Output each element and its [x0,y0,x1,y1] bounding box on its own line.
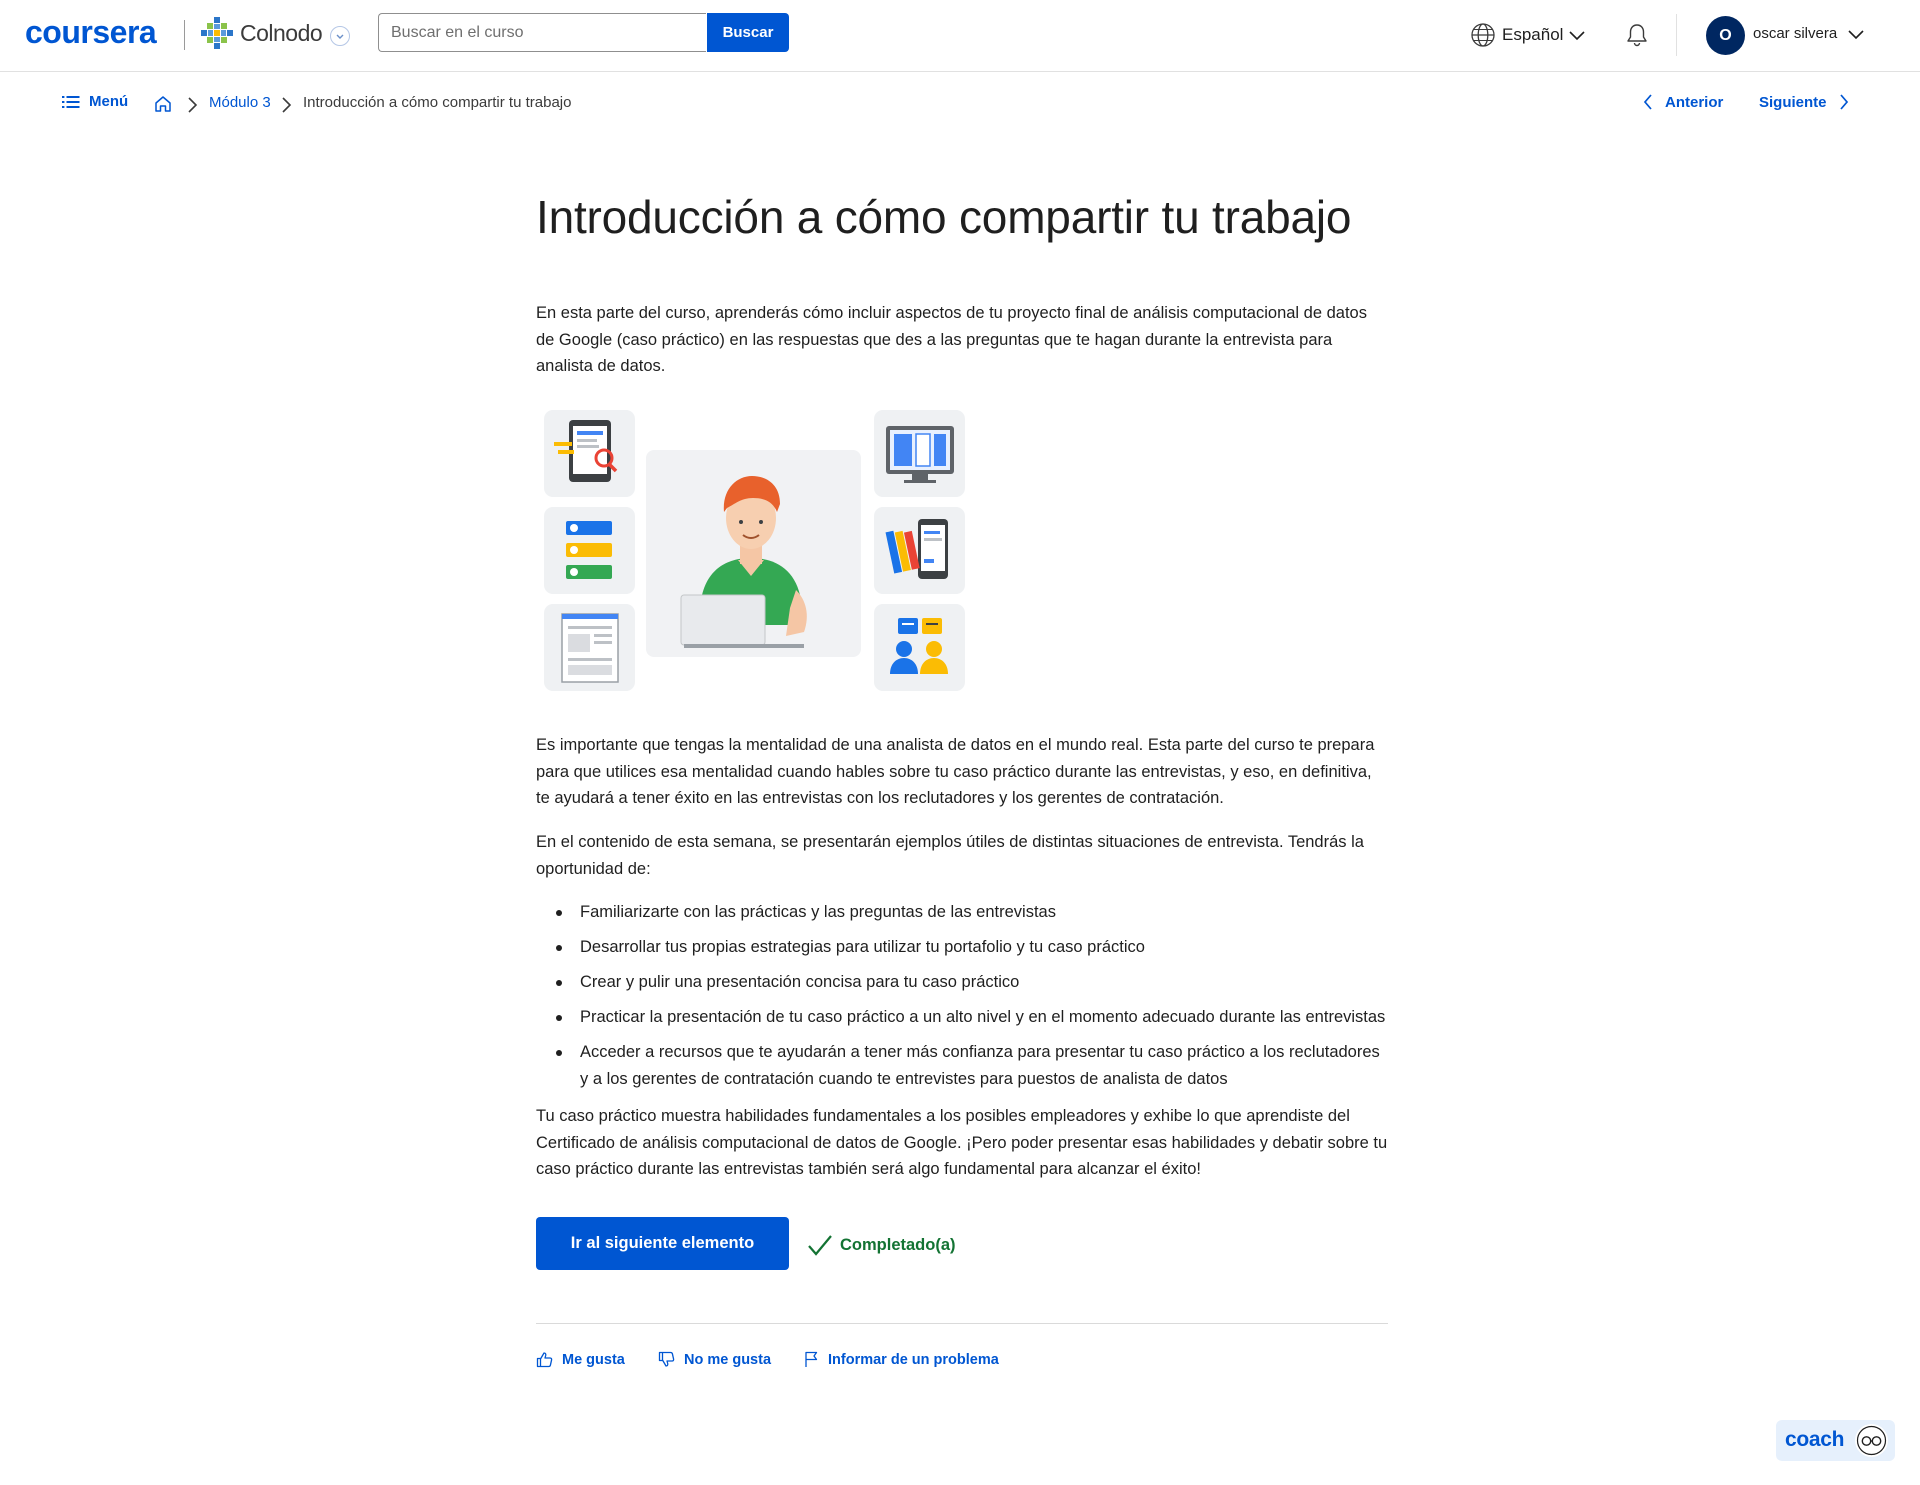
top-navigation-bar: coursera Colnodo Buscar en el curso Busc… [0,0,1920,72]
previous-label: Anterior [1665,93,1724,111]
document-icon [561,613,619,683]
person-with-laptop-panel [646,450,861,657]
user-name[interactable]: oscar silvera [1753,25,1837,42]
checkmark-icon [808,1235,832,1256]
course-search-input[interactable] [378,13,706,52]
monitor-dashboard-icon [886,426,954,483]
completed-label: Completado(a) [840,1235,956,1254]
people-chat-icon [890,618,948,674]
language-label: Español [1502,25,1564,44]
dislike-button[interactable]: No me gusta [658,1351,771,1368]
breadcrumb-module-link[interactable]: Módulo 3 [209,94,271,111]
mindset-paragraph: Es importante que tengas la mentalidad d… [536,736,1375,807]
people-chat-tile [874,604,965,691]
logo-divider [184,20,185,50]
user-menu-chevron-down-icon[interactable] [1846,27,1866,43]
home-icon[interactable] [153,94,173,114]
thumbs-down-icon [658,1351,675,1367]
go-to-next-item-button[interactable]: Ir al siguiente elemento [536,1217,789,1270]
menu-label: Menú [89,93,129,110]
like-button[interactable]: Me gusta [536,1351,625,1368]
flag-icon [805,1351,818,1367]
search-button[interactable]: Buscar [707,13,789,52]
chevron-down-icon [1569,31,1586,41]
dislike-label: No me gusta [684,1351,772,1368]
next-label: Siguiente [1759,93,1827,111]
coach-label: coach [1785,1428,1845,1451]
tablet-search-icon [554,420,618,482]
header-divider [1676,14,1677,56]
report-problem-label: Informar de un problema [828,1351,999,1368]
partner-name: Colnodo [240,19,323,46]
phone-palette-tile [874,507,965,594]
chevron-right-icon [1839,94,1848,110]
list-item: Acceder a recursos que te ayudarán a ten… [536,1039,1388,1092]
next-item-link[interactable]: Siguiente [1759,93,1849,111]
steps-list-tile [544,507,635,594]
language-selector[interactable]: Español [1470,22,1593,48]
colnodo-logo-icon [201,17,233,49]
chevron-left-icon [1643,94,1652,110]
menu-button[interactable]: Menú [62,93,128,110]
feedback-divider [536,1323,1388,1324]
chevron-right-icon [188,97,198,113]
intro-paragraph: En esta parte del curso, aprenderás cómo… [536,304,1367,375]
partner-menu-chevron-icon[interactable] [330,26,350,46]
completed-status: Completado(a) [806,1232,956,1258]
report-problem-button[interactable]: Informar de un problema [804,1351,999,1368]
previous-item-link[interactable]: Anterior [1643,93,1723,111]
tablet-search-tile [544,410,635,497]
list-item: Desarrollar tus propias estrategias para… [536,934,1388,961]
lesson-illustration [544,410,968,695]
globe-icon [1471,23,1495,47]
notifications-bell-icon[interactable] [1624,22,1650,53]
document-tile [544,604,635,691]
week-content-paragraph: En el contenido de esta semana, se prese… [536,833,1364,878]
objectives-list: Familiarizarte con las prácticas y las p… [536,899,1388,1101]
breadcrumb-current-page: Introducción a cómo compartir tu trabajo [303,94,572,111]
coach-button[interactable]: coach [1776,1420,1895,1461]
partner-logo[interactable]: Colnodo [200,16,323,50]
user-avatar[interactable]: O [1706,16,1745,55]
list-item: Familiarizarte con las prácticas y las p… [536,899,1388,926]
closing-paragraph: Tu caso práctico muestra habilidades fun… [536,1107,1388,1178]
list-item: Crear y pulir una presentación concisa p… [536,969,1388,996]
phone-palette-icon [885,519,948,579]
coach-glasses-icon [1855,1424,1888,1457]
chevron-right-icon [282,97,292,113]
person-laptop-illustration [680,476,807,648]
monitor-dashboard-tile [874,410,965,497]
hamburger-icon [62,95,80,108]
page-title: Introducción a cómo compartir tu trabajo [536,191,1352,243]
thumbs-up-icon [536,1352,553,1368]
steps-list-icon [566,521,612,579]
like-label: Me gusta [562,1351,625,1368]
coursera-logo[interactable]: coursera [25,14,157,51]
list-item: Practicar la presentación de tu caso prá… [536,1004,1388,1031]
